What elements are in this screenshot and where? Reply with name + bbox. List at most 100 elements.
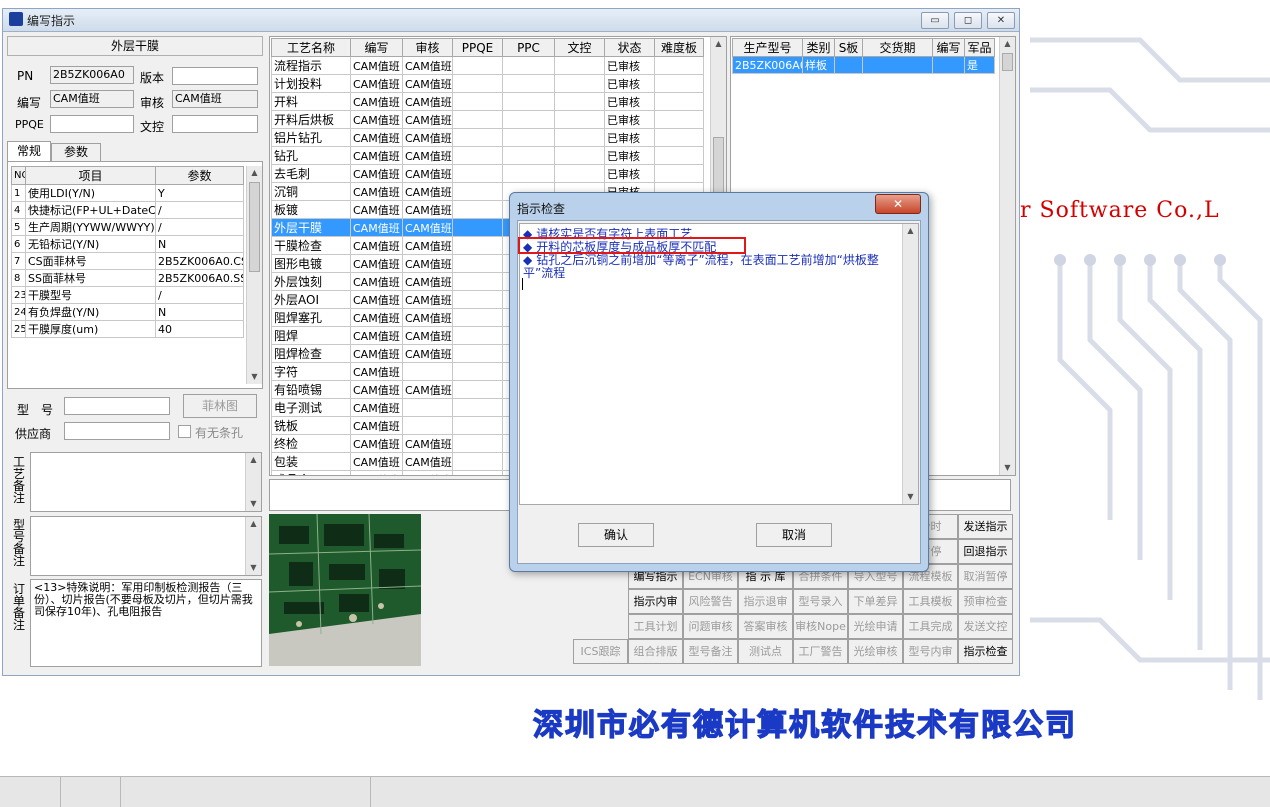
- action-button[interactable]: 发送文控: [958, 614, 1013, 639]
- scroll-down-icon[interactable]: ▼: [247, 370, 262, 384]
- action-button[interactable]: 风险警告: [683, 589, 738, 614]
- process-row[interactable]: 去毛刺 CAM值班 CAM值班 已审核: [271, 164, 704, 183]
- version-field[interactable]: [172, 67, 258, 85]
- param-value[interactable]: 40: [155, 320, 244, 338]
- process-col-header[interactable]: 难度板: [654, 38, 704, 57]
- col-item[interactable]: 项目: [25, 166, 156, 185]
- scroll-thumb[interactable]: [1002, 53, 1013, 71]
- action-button[interactable]: 指示检查: [958, 639, 1013, 664]
- param-value[interactable]: 2B5ZK006A0.CS: [155, 252, 244, 270]
- action-button[interactable]: 取消暂停: [958, 564, 1013, 589]
- action-button[interactable]: 问题审核: [683, 614, 738, 639]
- action-button[interactable]: 工具完成: [903, 614, 958, 639]
- process-row[interactable]: 流程指示 CAM值班 CAM值班 已审核: [271, 56, 704, 75]
- action-button[interactable]: ICS跟踪: [573, 639, 628, 664]
- scroll-up-icon[interactable]: ▲: [1000, 37, 1015, 51]
- orders-col-header[interactable]: 生产型号: [732, 38, 803, 57]
- orders-col-header[interactable]: 类别: [802, 38, 835, 57]
- param-value[interactable]: 2B5ZK006A0.SS: [155, 269, 244, 287]
- order-row[interactable]: 2B5ZK006A0 样板 是: [732, 56, 995, 74]
- review-field[interactable]: CAM值班: [172, 90, 258, 108]
- orders-col-header[interactable]: 军品: [964, 38, 995, 57]
- pn-field[interactable]: 2B5ZK006A0: [50, 66, 134, 84]
- minimize-button[interactable]: ▭: [921, 12, 949, 29]
- param-row[interactable]: 7 CS面菲林号 2B5ZK006A0.CS: [11, 252, 244, 270]
- action-button[interactable]: 型号备注: [683, 639, 738, 664]
- col-param[interactable]: 参数: [155, 166, 244, 185]
- close-button[interactable]: ✕: [987, 12, 1015, 29]
- action-button[interactable]: 光绘审核: [848, 639, 903, 664]
- tab-params[interactable]: 参数: [51, 143, 101, 161]
- param-value[interactable]: /: [155, 201, 244, 219]
- param-row[interactable]: 8 SS面菲林号 2B5ZK006A0.SS: [11, 269, 244, 287]
- param-row[interactable]: 1 使用LDI(Y/N) Y: [11, 184, 244, 202]
- tab-general[interactable]: 常规: [7, 141, 51, 161]
- process-note-scrollbar[interactable]: ▲ ▼: [245, 453, 261, 511]
- order-note-field[interactable]: <13>特殊说明：军用印制板检测报告（三份）、切片报告(不要母板及切片，但切片需…: [30, 579, 262, 667]
- process-col-header[interactable]: 审核: [402, 38, 453, 57]
- action-button[interactable]: 工厂警告: [793, 639, 848, 664]
- ok-button[interactable]: 确认: [578, 523, 654, 547]
- no-strip-checkbox[interactable]: [178, 425, 191, 438]
- model-note-scrollbar[interactable]: ▲ ▼: [245, 517, 261, 575]
- orders-col-header[interactable]: S板: [834, 38, 863, 57]
- orders-col-header[interactable]: 交货期: [862, 38, 933, 57]
- param-row[interactable]: 25 干膜厚度(um) 40: [11, 320, 244, 338]
- message-box[interactable]: ◆ 请核实是否有字符上表面工艺 ◆ 开料的芯板厚度与成品板厚不匹配 ◆ 钻孔之后沉铜之…: [518, 223, 919, 505]
- process-col-header[interactable]: 工艺名称: [271, 38, 351, 57]
- param-value[interactable]: Y: [155, 184, 244, 202]
- col-no[interactable]: NO: [11, 166, 26, 185]
- action-button[interactable]: 答案审核: [738, 614, 793, 639]
- action-button[interactable]: 组合排版: [628, 639, 683, 664]
- action-button[interactable]: 审核Nope: [793, 614, 848, 639]
- action-button[interactable]: 型号内审: [903, 639, 958, 664]
- param-row[interactable]: 24 有负焊盘(Y/N) N: [11, 303, 244, 321]
- action-button[interactable]: 光绘申请: [848, 614, 903, 639]
- process-row[interactable]: 铝片钻孔 CAM值班 CAM值班 已审核: [271, 128, 704, 147]
- param-row[interactable]: 6 无铅标记(Y/N) N: [11, 235, 244, 253]
- scroll-down-icon[interactable]: ▼: [1000, 461, 1015, 475]
- process-col-header[interactable]: 文控: [554, 38, 605, 57]
- process-row[interactable]: 钻孔 CAM值班 CAM值班 已审核: [271, 146, 704, 165]
- model-note-field[interactable]: ▲ ▼: [30, 516, 262, 576]
- model-field[interactable]: [64, 397, 170, 415]
- process-row[interactable]: 开料 CAM值班 CAM值班 已审核: [271, 92, 704, 111]
- ppqe-field[interactable]: [50, 115, 134, 133]
- param-value[interactable]: /: [155, 218, 244, 236]
- scroll-up-icon[interactable]: ▲: [711, 37, 726, 51]
- wenkong-field[interactable]: [172, 115, 258, 133]
- scroll-thumb[interactable]: [249, 182, 260, 272]
- action-button[interactable]: 指示内审: [628, 589, 683, 614]
- action-button[interactable]: 下单差异: [848, 589, 903, 614]
- film-button[interactable]: 菲林图: [183, 394, 257, 418]
- action-button[interactable]: 工具计划: [628, 614, 683, 639]
- action-button[interactable]: 回退指示: [958, 539, 1013, 564]
- process-row[interactable]: 计划投料 CAM值班 CAM值班 已审核: [271, 74, 704, 93]
- action-button[interactable]: 发送指示: [958, 514, 1013, 539]
- param-row[interactable]: 23 干膜型号 /: [11, 286, 244, 304]
- param-value[interactable]: N: [155, 303, 244, 321]
- process-col-header[interactable]: 状态: [604, 38, 655, 57]
- maximize-button[interactable]: ◻: [954, 12, 982, 29]
- orders-scrollbar[interactable]: ▲ ▼: [999, 37, 1015, 475]
- scroll-up-icon[interactable]: ▲: [247, 166, 262, 180]
- process-row[interactable]: 开料后烘板 CAM值班 CAM值班 已审核: [271, 110, 704, 129]
- action-button[interactable]: 工具模板: [903, 589, 958, 614]
- process-col-header[interactable]: 编写: [350, 38, 403, 57]
- message-scrollbar[interactable]: ▲ ▼: [902, 224, 918, 504]
- action-button[interactable]: 指示退审: [738, 589, 793, 614]
- process-col-header[interactable]: PPC: [502, 38, 555, 57]
- author-field[interactable]: CAM值班: [50, 90, 134, 108]
- process-note-field[interactable]: ▲ ▼: [30, 452, 262, 512]
- action-button[interactable]: 预审检查: [958, 589, 1013, 614]
- process-col-header[interactable]: PPQE: [452, 38, 503, 57]
- orders-col-header[interactable]: 编写: [932, 38, 965, 57]
- param-value[interactable]: /: [155, 286, 244, 304]
- param-row[interactable]: 4 快捷标记(FP+UL+DateC /: [11, 201, 244, 219]
- action-button[interactable]: 型号录入: [793, 589, 848, 614]
- action-button[interactable]: 测试点: [738, 639, 793, 664]
- param-row[interactable]: 5 生产周期(YYWW/WWYY) /: [11, 218, 244, 236]
- supplier-field[interactable]: [64, 422, 170, 440]
- param-value[interactable]: N: [155, 235, 244, 253]
- cancel-button[interactable]: 取消: [756, 523, 832, 547]
